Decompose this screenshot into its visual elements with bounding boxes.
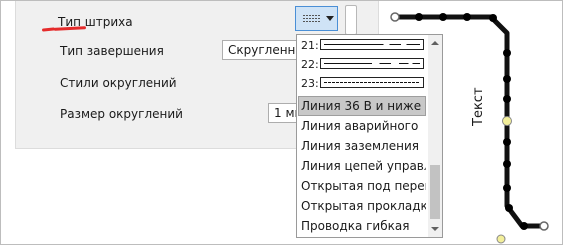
rounding-styles-label: Стили округлений	[60, 76, 177, 90]
rounding-size-label: Размер округлений	[60, 107, 183, 121]
dash-type-button[interactable]	[295, 6, 338, 31]
endpoint-handle[interactable]	[390, 12, 400, 22]
vertex-handle[interactable]	[503, 184, 511, 192]
end-type-label: Тип завершения	[60, 44, 164, 58]
endpoint-handle[interactable]	[539, 221, 549, 231]
vertex-handle[interactable]	[503, 75, 511, 83]
option-number: 21:	[301, 39, 319, 52]
vertex-handle[interactable]	[503, 160, 511, 168]
vertex-handle[interactable]	[463, 13, 471, 21]
vertex-handle[interactable]	[489, 14, 497, 22]
control-handle[interactable]	[496, 234, 506, 244]
chevron-down-icon	[326, 16, 334, 21]
window: Тип штриха Тип завершения Стили округлен…	[0, 0, 563, 245]
end-type-select[interactable]: Скругленное	[222, 40, 302, 60]
vertex-handle[interactable]	[439, 13, 447, 21]
vertex-handle[interactable]	[503, 138, 511, 146]
vertex-handle[interactable]	[520, 222, 528, 230]
vertex-handle[interactable]	[505, 204, 513, 212]
line-pattern-icon	[303, 15, 321, 23]
panel-scrollbar[interactable]	[345, 5, 357, 35]
vertex-handle[interactable]	[415, 13, 423, 21]
shape-text-label[interactable]: Текст	[471, 87, 486, 126]
polyline-shape[interactable]	[395, 14, 544, 229]
center-handle[interactable]	[502, 116, 512, 126]
vertex-handle[interactable]	[503, 95, 511, 103]
option-number: 23:	[301, 77, 319, 90]
option-number: 22:	[301, 58, 319, 71]
vertex-handle[interactable]	[503, 49, 511, 57]
